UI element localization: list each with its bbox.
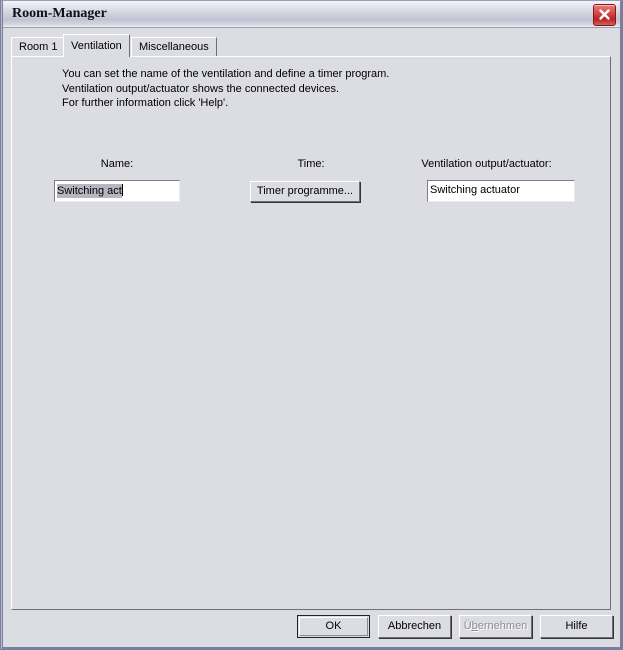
ok-button-label: OK	[299, 617, 368, 636]
tab-miscellaneous[interactable]: Miscellaneous	[131, 37, 217, 56]
dialog-window: Room-Manager Room 1 Ventilation Miscella…	[0, 0, 623, 650]
tab-ventilation[interactable]: Ventilation	[63, 34, 130, 57]
help-button[interactable]: Hilfe	[540, 615, 613, 638]
tab-room-1[interactable]: Room 1	[11, 37, 66, 56]
description-line-3: For further information click 'Help'.	[62, 97, 229, 109]
description-text: You can set the name of the ventilation …	[62, 67, 389, 111]
tab-strip: Room 1 Ventilation Miscellaneous	[11, 34, 611, 57]
time-label: Time:	[297, 158, 325, 170]
ventilation-output-field: Switching actuator	[427, 180, 575, 202]
description-line-1: You can set the name of the ventilation …	[62, 68, 390, 80]
ok-button[interactable]: OK	[297, 615, 370, 638]
close-icon[interactable]	[593, 4, 616, 26]
description-line-2: Ventilation output/actuator shows the co…	[62, 82, 340, 95]
apply-button: Üb ernehmen	[459, 615, 532, 638]
name-input-selected-text: Switching act	[57, 184, 122, 198]
title-bar[interactable]: Room-Manager	[3, 1, 620, 28]
name-input[interactable]: Switching act	[54, 180, 180, 202]
timer-programme-button[interactable]: Timer programme...	[250, 181, 360, 202]
name-label: Name:	[100, 158, 134, 170]
text-caret	[121, 184, 123, 196]
cancel-button[interactable]: Abbrechen	[378, 615, 451, 638]
ventilation-output-label: Ventilation output/actuator:	[421, 158, 552, 170]
window-title: Room-Manager	[12, 6, 107, 21]
apply-button-label-prefix: Ü	[463, 620, 472, 632]
close-glyph	[599, 9, 610, 20]
apply-button-label-suffix: ernehmen	[477, 620, 528, 632]
tab-page-ventilation: You can set the name of the ventilation …	[11, 56, 611, 610]
